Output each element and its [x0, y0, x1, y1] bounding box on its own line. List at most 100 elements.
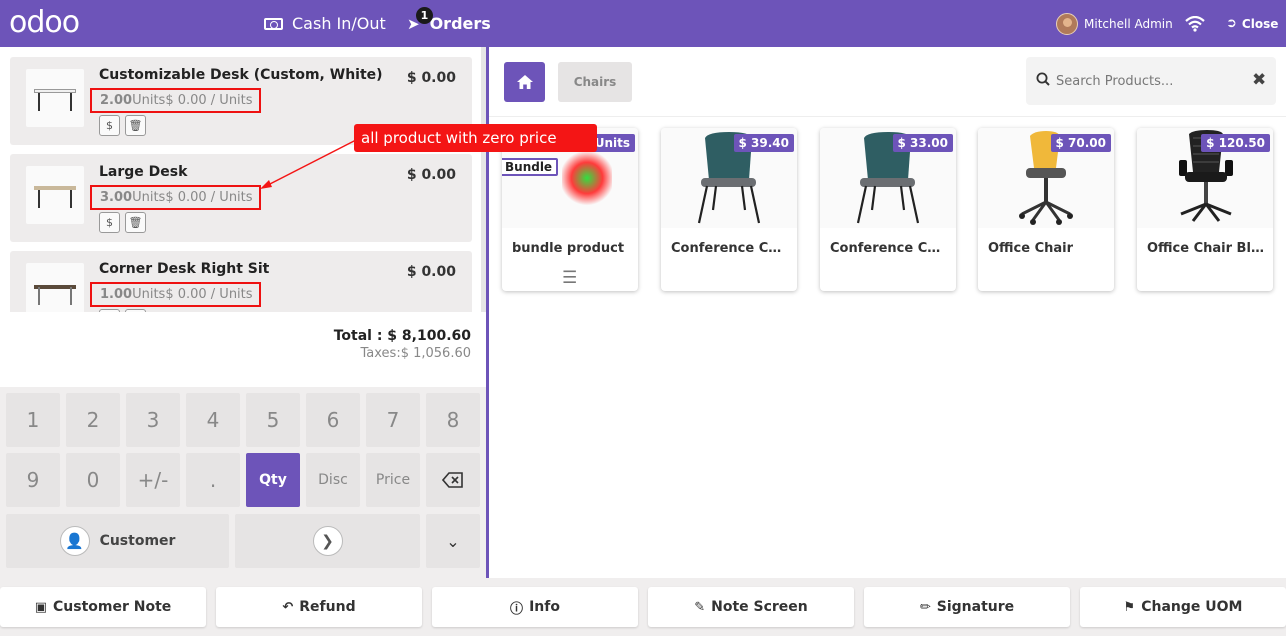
dollar-icon[interactable]: $ [99, 212, 120, 233]
customer-note-label: Customer Note [53, 599, 172, 615]
numpad-key-5[interactable]: 5 [246, 393, 300, 447]
clear-search-icon[interactable]: ✖ [1252, 70, 1266, 90]
numpad-key-7[interactable]: 7 [366, 393, 420, 447]
product-name: bundle product [512, 241, 625, 256]
cash-icon [264, 17, 283, 30]
close-label: Close [1241, 16, 1279, 31]
info-icon: ⓘ [510, 601, 524, 617]
ticket-icon: ➤ 1 [407, 6, 433, 33]
order-line-quantity: 2.00 Units$ 0.00 / Units [90, 88, 261, 113]
order-line-price: $ 0.00 [406, 70, 456, 86]
order-line-qty: 2.00 [100, 93, 133, 108]
order-line-name: Large Desk [99, 164, 188, 180]
order-lines-list[interactable]: Customizable Desk (Custom, White) $ 0.00… [0, 47, 486, 312]
search-input[interactable] [1056, 69, 1246, 93]
qty-mode-button[interactable]: Qty [246, 453, 300, 507]
undo-icon: ↶ [282, 599, 294, 615]
product-image [26, 166, 84, 224]
order-line[interactable]: Large Desk $ 0.00 3.00 Units$ 0.00 / Unit… [10, 154, 472, 242]
info-button[interactable]: ⓘ Info [432, 587, 638, 627]
product-card[interactable]: $ 39.40 Conference Chair (Steel) [661, 128, 797, 291]
customer-button[interactable]: 👤 Customer [6, 514, 229, 568]
user-menu[interactable]: Mitchell Admin [1056, 0, 1173, 47]
payment-button[interactable]: ❯ [235, 514, 420, 568]
note-screen-button[interactable]: ✎ Note Screen [648, 587, 854, 627]
cash-in-out-button[interactable]: Cash In/Out [264, 0, 386, 47]
home-category-button[interactable] [504, 62, 545, 102]
order-line-qty: 1.00 [100, 287, 133, 302]
close-button[interactable]: ➲ Close [1226, 0, 1278, 47]
odoo-logo: odoo [9, 5, 80, 40]
annotation-callout: all product with zero price [354, 124, 597, 152]
price-mode-button[interactable]: Price [366, 453, 420, 507]
more-actions-button[interactable]: ⌄ [426, 514, 480, 568]
user-avatar [1056, 12, 1078, 35]
numpad-key-8[interactable]: 8 [426, 393, 480, 447]
signature-button[interactable]: ✏ Signature [864, 587, 1070, 627]
order-line-qty: 3.00 [100, 190, 133, 205]
change-uom-label: Change UOM [1141, 599, 1243, 615]
wifi-icon[interactable] [1185, 0, 1205, 47]
product-name: Office Chair Black [1147, 241, 1265, 256]
numpad-key-decimal[interactable]: . [186, 453, 240, 507]
order-line-name: Customizable Desk (Custom, White) [99, 67, 383, 83]
numpad-key-6[interactable]: 6 [306, 393, 360, 447]
trash-icon[interactable]: 🗑 [125, 115, 146, 136]
cash-in-out-label: Cash In/Out [292, 14, 386, 33]
order-taxes: Taxes:$ 1,056.60 [360, 346, 472, 361]
dollar-icon[interactable]: $ [99, 115, 120, 136]
product-card[interactable]: $ 120.50 Office Chair Black [1137, 128, 1273, 291]
product-name: Conference Chair (Steel) [671, 241, 789, 256]
bundle-badge: Bundle [502, 158, 559, 176]
category-chairs-button[interactable]: Chairs [558, 62, 632, 102]
trash-icon[interactable]: 🗑 [125, 212, 146, 233]
pos-header: odoo Cash In/Out ➤ 1 Orders Mitchell Admi… [0, 0, 1286, 47]
action-bar: ▣ Customer Note ↶ Refund ⓘ Info ✎ Note S… [0, 578, 1286, 636]
order-line-unit-price: Units$ 0.00 / Units [132, 287, 253, 302]
product-name: Conference Chair (Aluminium) [830, 241, 948, 256]
tag-icon: ⚑ [1123, 599, 1136, 615]
info-label: Info [529, 599, 560, 615]
signature-label: Signature [936, 599, 1015, 615]
numpad-key-plus-minus[interactable]: +/- [126, 453, 180, 507]
product-price-tag: $ 33.00 [892, 134, 953, 152]
product-search: ✖ [1026, 57, 1276, 105]
refund-button[interactable]: ↶ Refund [216, 587, 422, 627]
product-image [26, 69, 84, 127]
change-uom-button[interactable]: ⚑ Change UOM [1080, 587, 1286, 627]
sign-out-icon: ➲ [1226, 16, 1237, 31]
pencil-icon: ✏ [919, 599, 931, 615]
edit-icon: ✎ [694, 599, 706, 615]
product-topbar: Chairs ✖ [489, 47, 1286, 117]
order-line-unit-price: Units$ 0.00 / Units [132, 190, 253, 205]
numpad-key-1[interactable]: 1 [6, 393, 60, 447]
orders-count-badge: 1 [416, 6, 433, 24]
order-line-quantity: 3.00 Units$ 0.00 / Units [90, 185, 261, 210]
order-line-unit-price: Units$ 0.00 / Units [132, 93, 253, 108]
numpad-key-4[interactable]: 4 [186, 393, 240, 447]
product-price-tag: $ 70.00 [1050, 134, 1111, 152]
product-price-tag: $ 39.40 [733, 134, 794, 152]
numpad-key-0[interactable]: 0 [66, 453, 120, 507]
numpad-key-2[interactable]: 2 [66, 393, 120, 447]
customer-note-button[interactable]: ▣ Customer Note [0, 587, 206, 627]
chevron-right-icon: ❯ [312, 526, 343, 556]
product-card[interactable]: 0/Units Bundle bundle product ☰ [502, 128, 638, 291]
order-line[interactable]: Corner Desk Right Sit $ 0.00 1.00 Units$ … [10, 251, 472, 312]
disc-mode-button[interactable]: Disc [306, 453, 360, 507]
order-line-name: Corner Desk Right Sit [99, 261, 270, 277]
numpad-key-9[interactable]: 9 [6, 453, 60, 507]
product-card[interactable]: $ 33.00 Conference Chair (Aluminium) [820, 128, 956, 291]
backspace-button[interactable] [426, 453, 480, 507]
orders-button[interactable]: ➤ 1 Orders [407, 0, 491, 47]
order-totals: Total : $ 8,100.60 Taxes:$ 1,056.60 [0, 312, 486, 387]
search-icon [1036, 72, 1050, 86]
note-screen-label: Note Screen [711, 599, 808, 615]
home-icon [516, 75, 533, 89]
product-card[interactable]: $ 70.00 Office Chair [978, 128, 1114, 291]
chevron-down-icon: ⌄ [446, 531, 460, 551]
refund-label: Refund [299, 599, 356, 615]
numpad-key-3[interactable]: 3 [126, 393, 180, 447]
user-icon: 👤 [59, 526, 90, 556]
menu-icon[interactable]: ☰ [562, 268, 577, 288]
